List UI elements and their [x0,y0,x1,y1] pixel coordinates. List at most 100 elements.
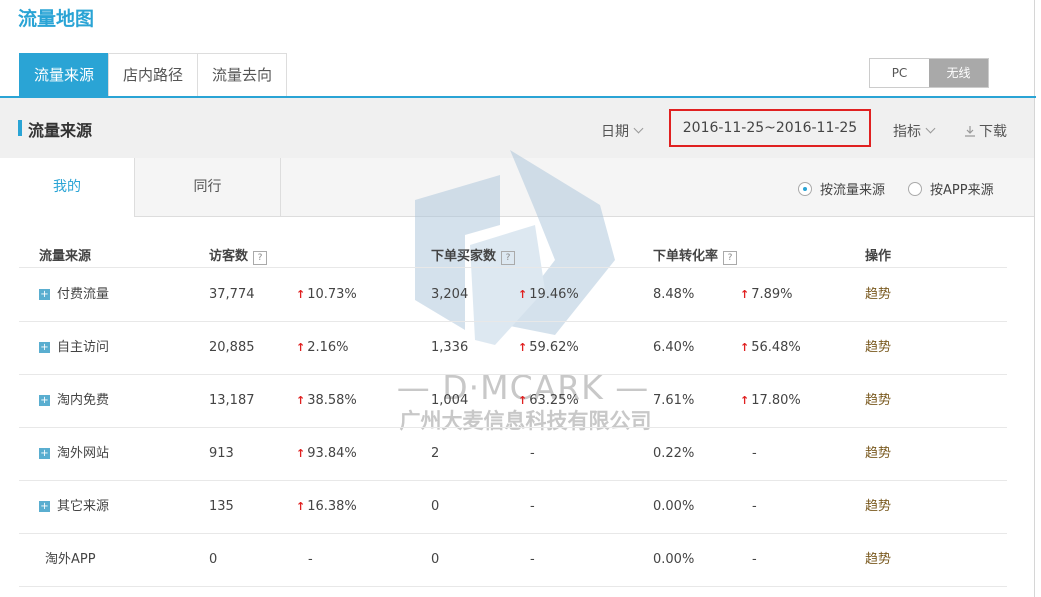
radio-by-app-source[interactable]: 按APP来源 [908,179,994,198]
chevron-down-icon [925,123,936,134]
trend-link[interactable]: 趋势 [865,374,891,427]
tab-peer[interactable]: 同行 [135,158,281,216]
source-cell: 淘外APP [45,533,96,586]
change-value: - [752,552,757,567]
expand-plus-icon[interactable]: + [39,501,50,512]
buyers-value: 0 [431,499,440,514]
conversion-value: 0.00% [653,499,695,514]
conversion-value: 6.40% [653,340,695,355]
expand-plus-icon[interactable]: + [39,289,50,300]
trend-link[interactable]: 趋势 [865,480,891,533]
change-value: ↑ 16.38% [296,499,357,514]
section-accent-mark [18,120,22,136]
up-arrow-icon: ↑ [740,341,750,354]
device-toggle: PC 无线 [869,58,989,88]
metric-dropdown[interactable]: 指标 [893,121,936,141]
main-tabs: 流量来源 店内路径 流量去向 [19,53,288,98]
table-row: + 付费流量 37,774 ↑ 10.73% 3,204 ↑ 19.46% 8.48% ↑ 7.89… [19,268,1007,322]
conversion-value: 0.00% [653,552,695,567]
up-arrow-icon: ↑ [518,394,528,407]
help-icon[interactable]: ? [723,251,738,265]
window-right-border [1034,0,1035,597]
change-value: ↑ 59.62% [518,340,579,355]
conversion-value: 0.22% [653,446,695,461]
expand-plus-icon[interactable]: + [39,395,50,406]
header-action: 操作 [865,249,892,264]
date-label: 日期 [601,124,629,140]
expand-plus-icon[interactable]: + [39,448,50,459]
date-range-picker[interactable]: 2016-11-25~2016-11-25 [669,109,871,147]
trend-link[interactable]: 趋势 [865,427,891,480]
change-value: ↑ 56.48% [740,340,801,355]
help-icon[interactable]: ? [501,251,516,265]
source-label: 淘外APP [45,552,96,567]
buyers-value: 1,004 [431,393,469,408]
radio-unselected-icon [908,181,922,196]
up-arrow-icon: ↑ [296,500,306,513]
help-icon[interactable]: ? [253,251,268,265]
expand-plus-icon[interactable]: + [39,342,50,353]
header-source: 流量来源 [39,249,92,264]
buyers-value: 0 [431,552,440,567]
download-icon [965,126,975,137]
tab-traffic-source[interactable]: 流量来源 [19,53,110,98]
source-cell: + 淘内免费 [39,374,109,427]
source-label: 付费流量 [57,287,110,302]
conversion-value: 7.61% [653,393,695,408]
chevron-down-icon [633,123,644,134]
header-visitors: 访客数? [209,245,268,265]
table-row: + 淘外网站 913 ↑ 93.84% 2 - 0.22% - 趋势 [19,427,1007,481]
change-value: ↑ 2.16% [296,340,349,355]
tab-traffic-destination[interactable]: 流量去向 [197,53,288,96]
visitors-value: 37,774 [209,287,255,302]
buyers-value: 1,336 [431,340,469,355]
up-arrow-icon: ↑ [518,288,528,301]
source-label: 淘外网站 [57,446,110,461]
up-arrow-icon: ↑ [740,394,750,407]
change-value: ↑ 17.80% [740,393,801,408]
radio-label: 按流量来源 [820,183,886,198]
change-value: ↑ 10.73% [296,287,357,302]
change-value: - [752,446,757,461]
radio-by-traffic-source[interactable]: 按流量来源 [798,179,885,198]
visitors-value: 913 [209,446,234,461]
table-row: 淘外APP 0 - 0 - 0.00% - 趋势 [19,533,1007,587]
page-title: 流量地图 [18,8,95,30]
tab-mine[interactable]: 我的 [0,158,135,217]
up-arrow-icon: ↑ [296,341,306,354]
buyers-value: 3,204 [431,287,469,302]
change-value: - [530,499,535,514]
table-row: + 其它来源 135 ↑ 16.38% 0 - 0.00% - 趋势 [19,480,1007,534]
change-value: - [752,499,757,514]
up-arrow-icon: ↑ [296,447,306,460]
metric-label: 指标 [893,124,921,140]
source-cell: + 淘外网站 [39,427,109,480]
wireless-button[interactable]: 无线 [929,59,988,87]
trend-link[interactable]: 趋势 [865,268,891,321]
trend-link[interactable]: 趋势 [865,321,891,374]
up-arrow-icon: ↑ [740,288,750,301]
change-value: ↑ 38.58% [296,393,357,408]
change-value: ↑ 63.25% [518,393,579,408]
download-button[interactable]: 下载 [964,121,1007,141]
radio-selected-icon [798,181,812,196]
visitors-value: 0 [209,552,218,567]
up-arrow-icon: ↑ [518,341,528,354]
tab-store-path[interactable]: 店内路径 [108,53,199,96]
up-arrow-icon: ↑ [296,394,306,407]
source-label: 自主访问 [57,340,110,355]
change-value: - [530,552,535,567]
trend-link[interactable]: 趋势 [865,533,891,586]
header-conversion: 下单转化率? [653,245,738,265]
date-dropdown[interactable]: 日期 [601,121,644,141]
pc-button[interactable]: PC [870,59,929,87]
up-arrow-icon: ↑ [296,288,306,301]
change-value: - [308,552,313,567]
table-row: + 自主访问 20,885 ↑ 2.16% 1,336 ↑ 59.62% 6.40% ↑ 56.48… [19,321,1007,375]
change-value: ↑ 19.46% [518,287,579,302]
header-buyers: 下单买家数? [431,245,516,265]
source-cell: + 付费流量 [39,268,109,321]
change-value: ↑ 7.89% [740,287,793,302]
source-cell: + 自主访问 [39,321,109,374]
change-value: - [530,446,535,461]
